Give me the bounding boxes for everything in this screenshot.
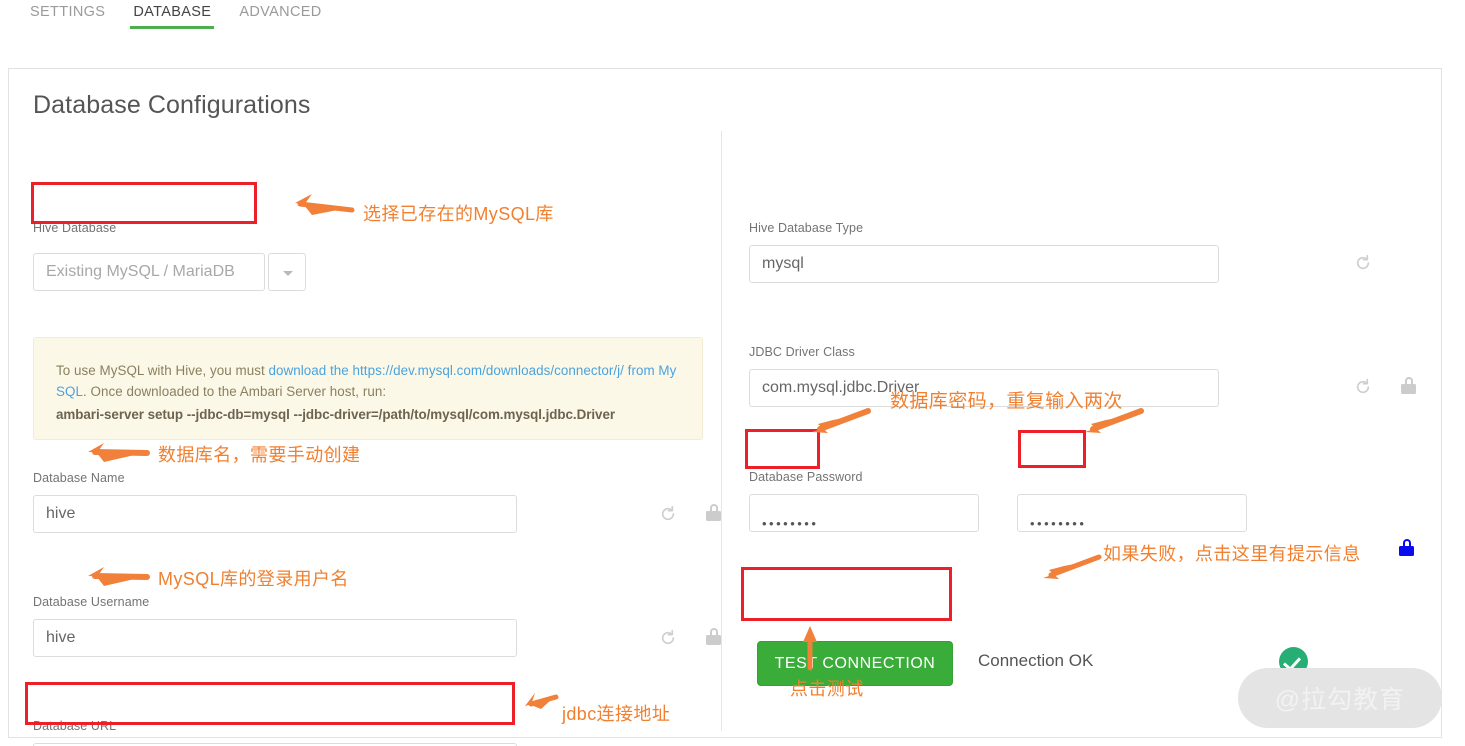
alert-text-lead: To use MySQL with Hive, you must [56,363,269,378]
lock-icon[interactable] [706,504,721,521]
annotation-text-hive-database: 选择已存在的MySQL库 [363,204,554,224]
watermark: @拉勾教育 [1238,668,1442,728]
tab-bar: SETTINGS DATABASE ADVANCED [0,0,1465,38]
annotation-text-password: 数据库密码，重复输入两次 [890,391,1123,412]
lock-icon-blue[interactable] [1399,539,1414,556]
annotation-redbox-test-connection [741,567,952,621]
annotation-redbox-password-confirm [1018,430,1086,468]
annotation-redbox-password [745,429,820,469]
password-confirm-mask: •••••••• [1030,516,1087,531]
annotation-text-database-url: jdbc连接地址 [562,704,671,724]
hive-database-select[interactable]: Existing MySQL / MariaDB [33,253,265,291]
refresh-icon[interactable] [659,505,677,523]
refresh-icon[interactable] [1354,254,1372,272]
annotation-text-database-username: MySQL库的登录用户名 [158,569,349,589]
annotation-text-connection-status: 如果失败，点击这里有提示信息 [1103,544,1361,564]
database-name-label: Database Name [33,471,125,485]
password-mask: •••••••• [762,516,819,531]
alert-text-trail: . Once downloaded to the Ambari Server h… [82,384,387,399]
watermark-text: @拉勾教育 [1274,686,1406,714]
tab-database[interactable]: DATABASE [119,0,225,29]
database-username-input[interactable]: hive [33,619,517,657]
connection-status-text[interactable]: Connection OK [978,651,1093,671]
annotation-text-test-click: 点击测试 [790,679,864,699]
database-password-confirm-input[interactable]: •••••••• [1017,494,1247,532]
jdbc-driver-class-label: JDBC Driver Class [749,345,855,359]
database-username-label: Database Username [33,595,150,609]
hive-database-type-label: Hive Database Type [749,221,864,235]
annotation-redbox-hive-database [31,182,257,224]
annotation-redbox-database-url [25,682,515,725]
chevron-down-icon[interactable] [268,253,306,291]
database-name-input[interactable]: hive [33,495,517,533]
page-title: Database Configurations [33,91,311,119]
refresh-icon[interactable] [1354,378,1372,396]
annotation-text-database-name: 数据库名，需要手动创建 [158,445,361,465]
hive-database-type-input[interactable]: mysql [749,245,1219,283]
alert-command: ambari-server setup --jdbc-db=mysql --jd… [56,407,615,422]
tab-settings[interactable]: SETTINGS [16,0,119,29]
tab-advanced[interactable]: ADVANCED [225,0,335,29]
lock-icon[interactable] [1401,377,1416,394]
column-divider [721,131,722,731]
lock-icon[interactable] [706,628,721,645]
database-password-input[interactable]: •••••••• [749,494,979,532]
database-password-label: Database Password [749,470,863,484]
database-configurations-panel: Database Configurations Hive Database Ex… [8,68,1442,746]
refresh-icon[interactable] [659,629,677,647]
mysql-driver-alert: To use MySQL with Hive, you must downloa… [33,337,703,440]
